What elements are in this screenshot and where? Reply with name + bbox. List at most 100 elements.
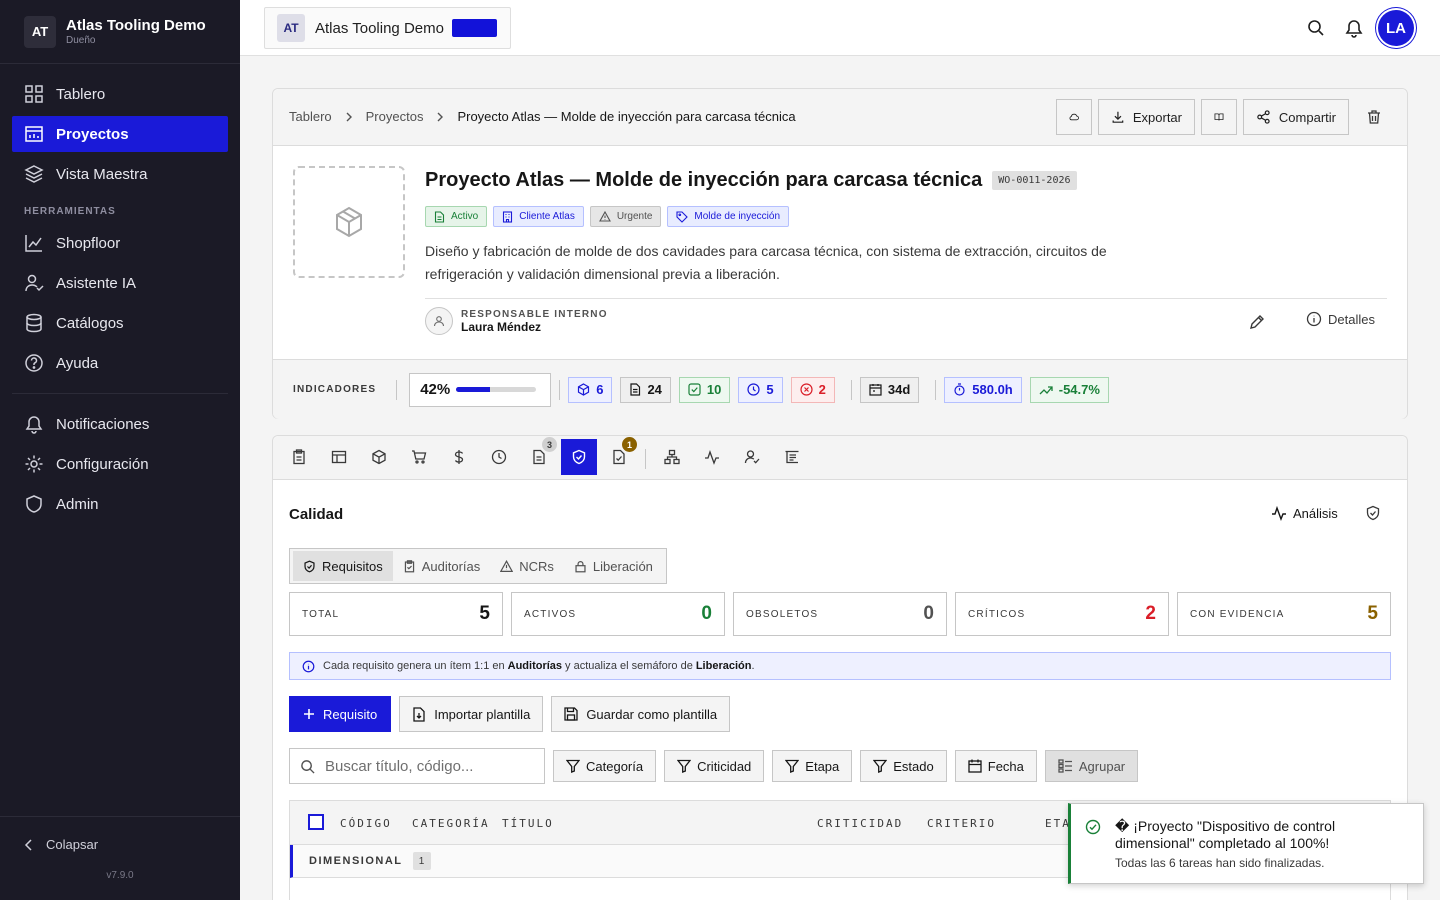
breadcrumb-tablero[interactable]: Tablero xyxy=(289,109,332,124)
tab-team[interactable] xyxy=(734,439,770,475)
trash-icon[interactable] xyxy=(1366,109,1382,125)
workspace-color-swatch xyxy=(451,19,497,37)
sidebar-item-label: Configuración xyxy=(56,455,149,473)
user-check-icon xyxy=(744,450,760,464)
stat-completed[interactable]: 10 xyxy=(678,376,731,403)
owner-avatar xyxy=(425,307,453,335)
tab-quality[interactable] xyxy=(561,439,597,475)
sidebar-item-asistente-ia[interactable]: Asistente IA xyxy=(12,265,228,301)
project-code: WO-0011-2026 xyxy=(992,171,1077,190)
tab-activity[interactable] xyxy=(694,439,730,475)
tab-costs[interactable] xyxy=(441,439,477,475)
filter-etapa[interactable]: Etapa xyxy=(772,750,853,782)
kpi-value: 5 xyxy=(479,603,490,624)
stat-days[interactable]: 34d xyxy=(859,376,920,403)
stat-items[interactable]: 6 xyxy=(568,376,613,403)
sidebar-item-admin[interactable]: Admin xyxy=(12,486,228,522)
subtab-requisitos[interactable]: Requisitos xyxy=(293,551,393,581)
stat-value: 5 xyxy=(766,382,774,397)
bell-icon[interactable] xyxy=(1344,18,1364,38)
filter-label: Fecha xyxy=(987,758,1024,774)
stat-blocked[interactable]: 2 xyxy=(790,376,835,403)
stat-hours[interactable]: 580.0h xyxy=(944,376,1022,403)
search-input[interactable] xyxy=(325,757,525,775)
tag-status[interactable]: Activo xyxy=(425,206,488,227)
tab-structure[interactable] xyxy=(654,439,690,475)
analysis-button[interactable]: Análisis xyxy=(1271,505,1338,521)
sidebar-item-label: Proyectos xyxy=(56,125,129,143)
sidebar-divider xyxy=(12,393,228,394)
user-avatar[interactable]: LA xyxy=(1378,10,1414,46)
tab-tasks[interactable]: 1 xyxy=(601,437,637,475)
org-switcher[interactable]: AT Atlas Tooling Demo Dueño xyxy=(0,0,240,64)
edit-icon[interactable] xyxy=(1248,313,1266,331)
subtab-liberacion[interactable]: Liberación xyxy=(564,551,663,581)
main-content: Tablero Proyectos Proyecto Atlas — Molde… xyxy=(240,56,1440,900)
sidebar-item-ayuda[interactable]: Ayuda xyxy=(12,345,228,381)
stat-documents[interactable]: 24 xyxy=(620,376,671,403)
add-requirement-button[interactable]: Requisito xyxy=(289,696,392,732)
filter-estado[interactable]: Estado xyxy=(860,750,947,782)
success-toast[interactable]: � ¡Proyecto "Dispositivo de control dime… xyxy=(1068,803,1424,884)
column-header-etapa[interactable]: ETA xyxy=(1045,817,1071,830)
project-image-placeholder[interactable] xyxy=(293,166,405,278)
database-icon xyxy=(26,313,42,333)
add-requirement-label: Requisito xyxy=(323,706,378,722)
quality-kpis: TOTAL 5 ACTIVOS 0 OBSOLETOS 0 CRÍTICOS 2… xyxy=(289,592,1391,636)
share-icon xyxy=(1257,110,1270,124)
tab-badge: 1 xyxy=(622,437,637,452)
column-header-codigo[interactable]: CÓDIGO xyxy=(340,817,392,830)
export-button[interactable]: Exportar xyxy=(1098,99,1195,135)
save-template-label: Guardar como plantilla xyxy=(586,706,718,722)
sidebar-item-catalogos[interactable]: Catálogos xyxy=(12,305,228,341)
tab-table[interactable] xyxy=(321,439,357,475)
tag-priority[interactable]: Urgente xyxy=(589,206,662,227)
subtab-ncrs[interactable]: NCRs xyxy=(490,551,564,581)
save-template-button[interactable]: Guardar como plantilla xyxy=(551,696,731,732)
kpi-value: 0 xyxy=(701,603,712,624)
workspace-switcher[interactable]: AT Atlas Tooling Demo xyxy=(264,7,511,49)
tab-clipboard[interactable] xyxy=(281,439,317,475)
group-button[interactable]: Agrupar xyxy=(1044,750,1139,782)
filter-categoria[interactable]: Categoría xyxy=(553,750,657,782)
tab-reports[interactable] xyxy=(774,439,810,475)
sidebar-item-proyectos[interactable]: Proyectos xyxy=(12,116,228,152)
tag-category[interactable]: Molde de inyección xyxy=(667,206,790,227)
shield-check-icon[interactable] xyxy=(1365,505,1381,521)
sidebar-item-vista-maestra[interactable]: Vista Maestra xyxy=(12,156,228,192)
tag-client[interactable]: Cliente Atlas xyxy=(493,206,584,227)
shield-check-icon xyxy=(304,560,315,572)
select-all-checkbox[interactable] xyxy=(308,814,324,830)
column-header-criticidad[interactable]: CRITICIDAD xyxy=(817,817,903,830)
column-header-categoria[interactable]: CATEGORÍA xyxy=(412,817,490,830)
sidebar-item-notificaciones[interactable]: Notificaciones xyxy=(12,406,228,442)
breadcrumb-proyectos[interactable]: Proyectos xyxy=(366,109,424,124)
share-button[interactable]: Compartir xyxy=(1243,99,1349,135)
sidebar-item-label: Ayuda xyxy=(56,354,99,372)
stat-in-progress[interactable]: 5 xyxy=(738,376,783,403)
column-header-criterio[interactable]: CRITERIO xyxy=(927,817,996,830)
chevron-left-icon xyxy=(24,838,32,851)
progress-value: 42% xyxy=(420,381,451,398)
sidebar-item-label: Notificaciones xyxy=(56,415,150,433)
plus-icon xyxy=(304,709,314,719)
tab-purchases[interactable] xyxy=(401,439,437,475)
sidebar-item-configuracion[interactable]: Configuración xyxy=(12,446,228,482)
book-button[interactable] xyxy=(1201,99,1237,135)
search-icon[interactable] xyxy=(1306,18,1326,38)
column-header-titulo[interactable]: TÍTULO xyxy=(502,817,554,830)
tab-components[interactable] xyxy=(361,439,397,475)
tab-time[interactable] xyxy=(481,439,517,475)
sidebar-item-tablero[interactable]: Tablero xyxy=(12,76,228,112)
stat-trend[interactable]: -54.7% xyxy=(1029,376,1109,403)
filter-fecha[interactable]: Fecha xyxy=(954,750,1037,782)
cloud-button[interactable] xyxy=(1056,99,1092,135)
subtab-auditorias[interactable]: Auditorías xyxy=(393,551,491,581)
collapse-button[interactable]: Colapsar xyxy=(0,817,240,852)
tab-documents[interactable]: 3 xyxy=(521,437,557,475)
import-template-button[interactable]: Importar plantilla xyxy=(399,696,544,732)
info-link-auditorias: Auditorías xyxy=(507,660,563,672)
sidebar-item-shopfloor[interactable]: Shopfloor xyxy=(12,225,228,261)
details-button[interactable]: Detalles xyxy=(1306,311,1375,327)
filter-criticidad[interactable]: Criticidad xyxy=(664,750,765,782)
